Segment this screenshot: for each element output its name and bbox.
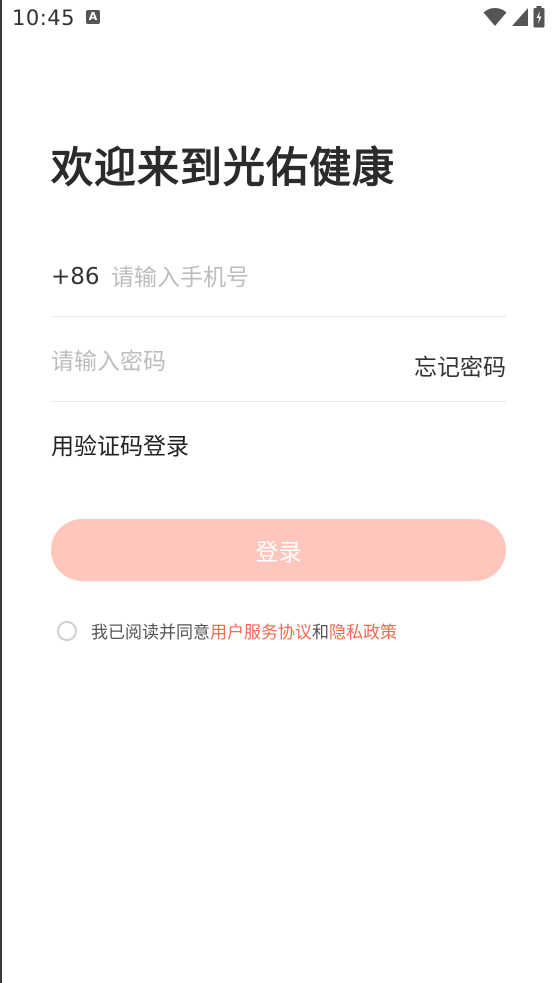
forgot-password-link[interactable]: 忘记密码	[414, 348, 506, 382]
user-agreement-link[interactable]: 用户服务协议	[210, 618, 312, 643]
battery-icon	[533, 6, 545, 28]
agreement-conjunction: 和	[312, 623, 329, 643]
agreement-prefix: 我已阅读并同意	[91, 623, 210, 643]
status-bar: 10:45 A	[0, 0, 555, 38]
agreement-row: 我已阅读并同意 用户服务协议 和 隐私政策	[57, 618, 397, 643]
password-row: 忘记密码	[51, 336, 506, 402]
status-time: 10:45	[12, 6, 76, 30]
privacy-policy-link[interactable]: 隐私政策	[329, 618, 397, 643]
phone-input[interactable]	[111, 258, 501, 298]
phone-row: +86	[51, 250, 506, 317]
login-button[interactable]: 登录	[51, 519, 506, 581]
notification-icon: A	[86, 10, 100, 24]
sms-login-link[interactable]: 用验证码登录	[51, 427, 189, 461]
page-title: 欢迎来到光佑健康	[51, 143, 396, 192]
agree-checkbox[interactable]	[57, 620, 77, 641]
status-icons	[483, 6, 545, 28]
screen-edge	[0, 0, 2, 983]
country-code[interactable]: +86	[51, 264, 100, 290]
password-input[interactable]	[51, 342, 351, 382]
wifi-icon	[483, 8, 507, 26]
signal-icon	[512, 8, 528, 26]
